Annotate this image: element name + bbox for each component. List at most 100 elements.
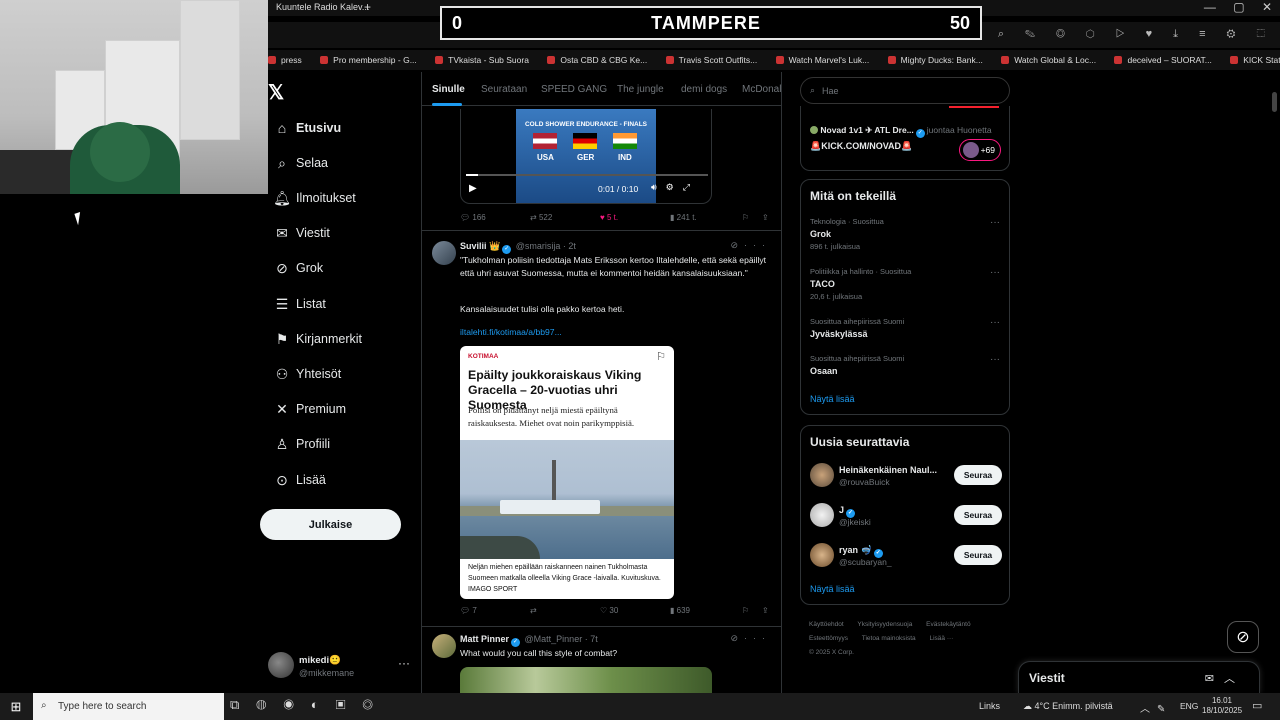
minimize-button[interactable]: — xyxy=(1204,0,1216,14)
trend-item[interactable]: Suosittua aihepiirissä Suomi Jyväskyläss… xyxy=(810,317,1000,339)
bookmark-icon[interactable]: ⚐ xyxy=(656,350,666,363)
more-dots-icon[interactable]: ··· xyxy=(398,656,410,670)
views-button[interactable]: ▮ 241 t. xyxy=(670,213,697,222)
footer-link[interactable]: Yksityisyydensuoja xyxy=(857,621,912,628)
browser-tab[interactable]: Kuuntele Radio Kalev... xyxy=(276,2,369,12)
nav-communities[interactable]: ⚇ Yhteisöt xyxy=(268,362,341,386)
nav-home[interactable]: ⌂ Etusivu xyxy=(268,116,341,140)
reply-button[interactable]: 💬︎ 7 xyxy=(460,606,477,615)
trend-item[interactable]: Suosittua aihepiirissä Suomi Osaan ··· xyxy=(810,354,1000,376)
footer-link[interactable]: Evästekäytäntö xyxy=(926,621,970,628)
bookmark-item[interactable]: KICK Status Page xyxy=(1230,50,1280,70)
tab-the-jungle[interactable]: The jungle xyxy=(617,84,664,95)
trend-item[interactable]: Politiikka ja hallinto · Suosittua TACO … xyxy=(810,267,1000,301)
follow-button[interactable]: Seuraa xyxy=(954,465,1002,485)
language-indicator[interactable]: ENG xyxy=(1180,701,1198,711)
taskbar-apps[interactable]: ⧉◍◉◐▣◎ xyxy=(230,697,390,713)
video-controls[interactable]: 🔊︎⚙⤢ xyxy=(651,182,699,193)
share-icon[interactable]: ⇪ xyxy=(762,606,769,615)
tweet-link[interactable]: iltalehti.fi/kotimaa/a/bb97... xyxy=(460,327,562,337)
bookmark-icon[interactable]: ⚐ xyxy=(742,213,749,222)
tab-for-you[interactable]: Sinulle xyxy=(432,84,465,95)
more-dots-icon[interactable]: ··· xyxy=(990,354,1000,365)
share-icon[interactable]: ⇪ xyxy=(762,213,769,222)
bookmark-item[interactable]: Watch Global & Loc... xyxy=(1001,50,1096,70)
scrollbar[interactable] xyxy=(1272,92,1277,112)
taskbar-search-input[interactable]: ⌕ Type here to search xyxy=(33,693,224,720)
video-progress-bar[interactable] xyxy=(466,174,708,176)
tab-mcdonalds[interactable]: McDonal xyxy=(742,84,781,95)
link-card[interactable]: KOTIMAA ⚐ Epäilty joukkoraiskaus Viking … xyxy=(460,346,674,599)
tweet-tools[interactable]: ⊘··· xyxy=(730,633,771,644)
system-tray[interactable]: ︿✎ xyxy=(1140,700,1172,715)
tweet-media[interactable] xyxy=(460,667,712,693)
author-handle[interactable]: @smarisija · 2t xyxy=(516,241,576,251)
footer-link[interactable]: Tietoa mainoksista xyxy=(862,635,916,642)
nav-grok[interactable]: ⊘ Grok xyxy=(268,256,323,280)
play-icon[interactable]: ▶ xyxy=(469,183,477,194)
new-tab-button[interactable]: + xyxy=(364,0,371,14)
avatar[interactable] xyxy=(432,241,456,265)
bookmark-item[interactable]: Travis Scott Outfits... xyxy=(666,50,758,70)
post-button[interactable]: Julkaise xyxy=(260,509,401,540)
follow-suggestion[interactable]: Heinäkenkäinen Naul... @rouvaBuick Seura… xyxy=(810,463,1002,489)
listeners-badge[interactable]: +69 xyxy=(959,139,1001,161)
follow-suggestion[interactable]: ryan 🤿 ✓ @scubaryan_ Seuraa xyxy=(810,543,1002,569)
bookmark-item[interactable]: Osta CBD & CBG Ke... xyxy=(547,50,647,70)
toolbar-icons[interactable]: ⌕ ✎ ◎ ⬡ ▷ ♥ ⤓ ≡ ⚙ ⬚ xyxy=(998,28,1274,41)
avatar[interactable] xyxy=(432,634,456,658)
repost-button[interactable]: ⇄ xyxy=(530,606,537,615)
author-handle[interactable]: @Matt_Pinner · 7t xyxy=(525,634,598,644)
notifications-icon[interactable]: ▭ xyxy=(1252,699,1262,712)
author-name[interactable]: Matt Pinner xyxy=(460,634,509,644)
windows-start-icon[interactable]: ⊞ xyxy=(0,693,32,720)
views-button[interactable]: ▮ 639 xyxy=(670,606,690,615)
window-controls[interactable]: — ▢ ✕ xyxy=(1204,0,1272,14)
show-more-link[interactable]: Näytä lisää xyxy=(810,584,855,594)
close-button[interactable]: ✕ xyxy=(1262,0,1272,14)
bookmark-item[interactable]: Watch Marvel's Luk... xyxy=(776,50,870,70)
bookmark-item[interactable]: deceived – SUORAT... xyxy=(1114,50,1211,70)
trend-item[interactable]: Teknologia · Suosittua Grok 896 t. julka… xyxy=(810,217,1000,251)
tab-following[interactable]: Seurataan xyxy=(481,84,527,95)
follow-suggestion[interactable]: J ✓ @jkeiski Seuraa xyxy=(810,503,1002,529)
author-name[interactable]: Suvilii xyxy=(460,241,487,251)
footer-link[interactable]: Käyttöehdot xyxy=(809,621,844,628)
like-button[interactable]: ♡ 30 xyxy=(600,606,618,615)
nav-premium[interactable]: ✕ Premium xyxy=(268,397,346,421)
maximize-button[interactable]: ▢ xyxy=(1233,0,1244,14)
more-dots-icon[interactable]: ··· xyxy=(990,217,1000,228)
more-dots-icon[interactable]: ··· xyxy=(990,267,1000,278)
live-space-card[interactable]: Novad 1v1 ✈ ATL Dre... ✓ juontaa Huonetta … xyxy=(800,106,1010,171)
x-logo[interactable]: 𝕏 xyxy=(268,80,284,105)
weather-widget[interactable]: ☁ 4°C Enimm. pilvistä xyxy=(1023,701,1113,712)
repost-button[interactable]: ⇄ 522 xyxy=(530,213,552,222)
tab-demi-dogs[interactable]: demi dogs xyxy=(681,84,727,95)
nav-notifications[interactable]: 🔔︎ Ilmoitukset xyxy=(268,186,356,210)
bookmark-icon[interactable]: ⚐ xyxy=(742,606,749,615)
nav-explore[interactable]: ⌕ Selaa xyxy=(268,151,328,175)
search-input[interactable]: ⌕ Hae xyxy=(800,77,1010,104)
nav-profile[interactable]: ♙ Profiili xyxy=(268,432,330,456)
follow-button[interactable]: Seuraa xyxy=(954,505,1002,525)
tweet-tools[interactable]: ⊘··· xyxy=(730,240,771,251)
clock[interactable]: 16.01 18/10/2025 xyxy=(1202,696,1242,716)
links-toolbar[interactable]: Links xyxy=(979,701,1000,711)
like-button[interactable]: ♥ 5 t. xyxy=(600,213,618,222)
nav-messages[interactable]: ✉ Viestit xyxy=(268,221,330,245)
more-dots-icon[interactable]: ··· xyxy=(990,317,1000,328)
bookmark-item[interactable]: press xyxy=(268,50,302,70)
show-more-link[interactable]: Näytä lisää xyxy=(810,394,855,404)
nav-bookmarks[interactable]: ⚑ Kirjanmerkit xyxy=(268,327,362,351)
video-player[interactable]: COLD SHOWER ENDURANCE - FINALS USA GER I… xyxy=(460,109,712,204)
nav-more[interactable]: ⊙ Lisää xyxy=(268,468,326,492)
bookmark-item[interactable]: Pro membership - G... xyxy=(320,50,417,70)
follow-button[interactable]: Seuraa xyxy=(954,545,1002,565)
grok-icon[interactable]: ⊘ xyxy=(1227,621,1259,653)
reply-button[interactable]: 💬︎ 166 xyxy=(460,213,486,222)
messages-dock[interactable]: Viestit ✉︎︿ xyxy=(1018,661,1260,693)
bookmark-item[interactable]: TVkaista - Sub Suora xyxy=(435,50,529,70)
bookmark-item[interactable]: Mighty Ducks: Bank... xyxy=(888,50,983,70)
tab-speed-gang[interactable]: SPEED GANG xyxy=(541,84,607,95)
footer-link[interactable]: Esteettömyys xyxy=(809,635,848,642)
